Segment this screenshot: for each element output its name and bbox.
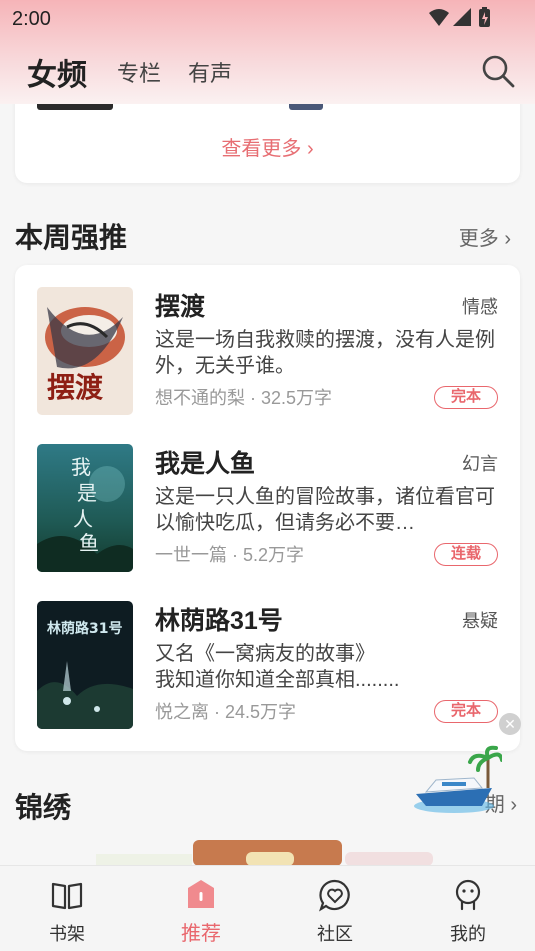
weekly-more-link[interactable]: 更多 › (459, 222, 511, 251)
svg-text:我: 我 (71, 455, 91, 479)
book-description: 又名《一窝病友的故事》 我知道你知道全部真相........ (155, 643, 400, 691)
book-title: 林荫路31号 (155, 607, 283, 635)
bottom-nav: 书架 推荐 社区 我的 (0, 865, 535, 951)
book-cover: 我 是 人 鱼 (37, 444, 133, 572)
nav-bookshelf[interactable]: 书架 (0, 866, 134, 951)
section-title-weekly: 本周强推 (15, 222, 128, 253)
status-badge: 完本 (434, 700, 498, 723)
svg-text:林荫路31号: 林荫路31号 (47, 620, 122, 637)
nav-label: 社区 (317, 924, 353, 944)
svg-text:鱼: 鱼 (79, 531, 99, 555)
next-section-covers (96, 840, 433, 866)
book-description: 这是一只人鱼的冒险故事，诸位看官可以愉快吃瓜，但请务必不要… (155, 486, 495, 534)
cover-art-baidu: 摆渡 (37, 287, 133, 415)
nav-recommend[interactable]: 推荐 (134, 866, 268, 951)
weekly-book-list: 摆渡 摆渡 情感 这是一场自我救赎的摆渡，没有人是例外，无关乎谁。 想不通的梨 … (15, 265, 520, 751)
status-bar: 2:00 (0, 0, 535, 38)
wifi-icon (429, 9, 449, 26)
nav-label: 推荐 (181, 923, 221, 945)
signal-icon (453, 8, 471, 26)
view-more-link[interactable]: 查看更多 › (15, 132, 520, 161)
section-title-jinxiu: 锦绣 (15, 792, 72, 823)
svg-text:是: 是 (77, 481, 97, 505)
tab-female[interactable]: 女频 (27, 50, 87, 94)
status-badge: 连载 (434, 543, 498, 566)
status-icons (429, 7, 490, 27)
book-item[interactable]: 摆渡 摆渡 情感 这是一场自我救赎的摆渡，没有人是例外，无关乎谁。 想不通的梨 … (15, 287, 520, 417)
svg-text:人: 人 (73, 507, 93, 531)
status-badge: 完本 (434, 386, 498, 409)
book-title: 我是人鱼 (155, 450, 256, 478)
nav-label: 我的 (450, 924, 486, 944)
book-item[interactable]: 林荫路31号 林荫路31号 悬疑 又名《一窝病友的故事》 我知道你知道全部真相.… (15, 601, 520, 731)
close-icon[interactable]: ✕ (499, 713, 521, 735)
profile-icon (455, 879, 481, 911)
nav-label: 书架 (49, 924, 85, 944)
book-item[interactable]: 我 是 人 鱼 我是人鱼 幻言 这是一只人鱼的冒险故事，诸位看官可以愉快吃瓜，但… (15, 444, 520, 574)
search-icon[interactable] (481, 54, 515, 88)
nav-community[interactable]: 社区 (268, 866, 402, 951)
book-meta: 一世一篇 · 5.2万字 (155, 545, 305, 565)
book-title: 摆渡 (155, 293, 206, 321)
book-meta: 想不通的梨 · 32.5万字 (155, 388, 333, 408)
book-description: 这是一场自我救赎的摆渡，没有人是例外，无关乎谁。 (155, 329, 495, 377)
cover-art-linyin: 林荫路31号 (37, 601, 133, 729)
tab-audio[interactable]: 有声 (188, 56, 232, 88)
tab-bar: 女频 专栏 有声 (0, 48, 535, 92)
svg-text:摆渡: 摆渡 (47, 371, 104, 404)
book-genre: 悬疑 (462, 611, 498, 631)
book-genre: 情感 (462, 297, 498, 317)
book-genre: 幻言 (462, 454, 498, 474)
book-cover: 摆渡 (37, 287, 133, 415)
recommend-icon (188, 880, 214, 908)
community-heart-icon (319, 879, 350, 912)
nav-profile[interactable]: 我的 (401, 866, 535, 951)
book-icon (51, 882, 83, 910)
status-time: 2:00 (12, 8, 51, 30)
cover-art-mermaid: 我 是 人 鱼 (37, 444, 133, 572)
book-meta: 悦之离 · 24.5万字 (155, 702, 297, 722)
tab-column[interactable]: 专栏 (117, 56, 161, 88)
promo-yacht-icon[interactable] (412, 744, 502, 816)
book-cover: 林荫路31号 (37, 601, 133, 729)
app-header: 2:00 女频 专栏 有声 (0, 0, 535, 104)
